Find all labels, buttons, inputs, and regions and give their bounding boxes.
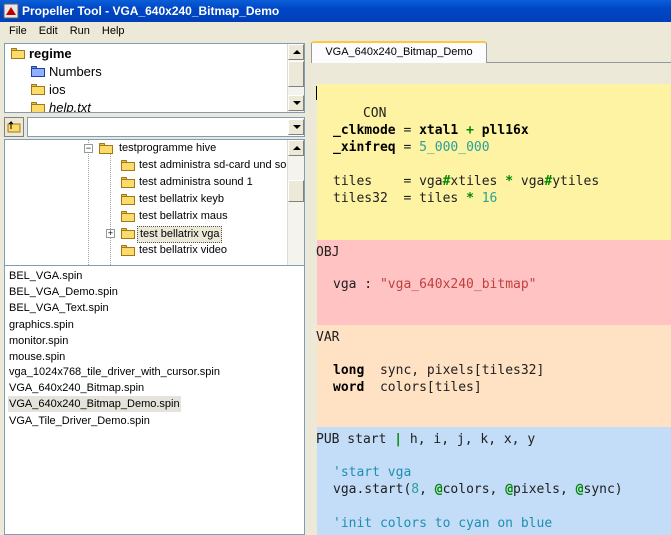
chevron-down-icon — [293, 125, 301, 129]
arrow-up-icon — [293, 146, 301, 150]
menu-bar: File Edit Run Help — [0, 22, 671, 41]
code-line: long sync, pixels[tiles32] — [333, 363, 545, 378]
arrow-up-icon — [293, 50, 301, 54]
section-pub: PUB — [316, 432, 340, 447]
code-line: CON — [316, 88, 386, 121]
scroll-thumb[interactable] — [288, 180, 304, 202]
folder-path-combo[interactable] — [27, 117, 305, 137]
folder-icon — [31, 102, 45, 112]
list-item[interactable]: monitor.spin — [8, 333, 69, 349]
parent-folder-button[interactable] — [4, 117, 24, 137]
scroll-down-button[interactable] — [288, 95, 304, 111]
window-title: Propeller Tool - VGA_640x240_Bitmap_Demo — [22, 4, 280, 18]
list-item[interactable]: BEL_VGA_Demo.spin — [8, 284, 119, 300]
section-obj: OBJ — [316, 245, 340, 260]
up-folder-icon — [7, 120, 21, 133]
folder-icon — [11, 48, 25, 59]
folder-open-icon — [99, 143, 113, 154]
code-line: tiles = vga#xtiles * vga#ytiles — [333, 174, 600, 189]
code-line: word colors[tiles] — [333, 380, 482, 395]
editor-tab[interactable]: VGA_640x240_Bitmap_Demo — [311, 41, 487, 63]
scroll-thumb[interactable] — [288, 61, 304, 87]
list-item[interactable]: mouse.spin — [8, 349, 66, 365]
section-con: CON — [362, 106, 387, 121]
list-item[interactable]: VGA_Tile_Driver_Demo.spin — [8, 413, 151, 429]
folder-icon — [121, 245, 135, 256]
folder-icon — [121, 194, 135, 205]
folder-icon — [31, 84, 45, 95]
title-bar: Propeller Tool - VGA_640x240_Bitmap_Demo — [0, 0, 671, 22]
scroll-up-button[interactable] — [288, 44, 304, 60]
code-line: _xinfreq = 5_000_000 — [333, 140, 490, 155]
folder-icon — [121, 177, 135, 188]
code-line: 'start vga — [333, 465, 412, 480]
text-cursor — [316, 86, 317, 100]
tree2-scrollbar[interactable] — [287, 140, 304, 283]
list-item[interactable]: BEL_VGA_Text.spin — [8, 300, 110, 316]
scroll-up-button[interactable] — [288, 140, 304, 156]
menu-run[interactable]: Run — [64, 23, 96, 40]
library-folder-tree[interactable]: regime Numbers ios help.txt — [4, 43, 305, 113]
list-item[interactable]: BEL_VGA.spin — [8, 268, 83, 284]
propeller-app-icon — [3, 3, 19, 19]
code-line: VAR — [316, 329, 339, 346]
code-editor[interactable]: CON _clkmode = xtal1 + pll16x _xinfreq =… — [314, 84, 671, 535]
code-line: 'init colors to cyan on blue — [333, 516, 553, 531]
tree1-scrollbar[interactable] — [287, 44, 304, 112]
menu-help[interactable]: Help — [96, 23, 131, 40]
collapse-icon[interactable]: − — [84, 144, 93, 153]
folder-tree[interactable]: − testprogramme hive test administra sd-… — [4, 139, 305, 284]
expand-icon[interactable]: + — [106, 229, 115, 238]
list-item-selected[interactable]: VGA_640x240_Bitmap_Demo.spin — [8, 396, 181, 412]
list-item[interactable]: graphics.spin — [8, 317, 75, 333]
arrow-down-icon — [293, 101, 301, 105]
list-item[interactable]: vga_1024x768_tile_driver_with_cursor.spi… — [8, 364, 221, 380]
folder-blue-icon — [31, 66, 45, 77]
code-line: tiles32 = tiles * 16 — [333, 191, 498, 206]
code-line: OBJ — [316, 244, 339, 261]
menu-edit[interactable]: Edit — [33, 23, 64, 40]
list-item[interactable]: VGA_640x240_Bitmap.spin — [8, 380, 145, 396]
editor-pane: VGA_640x240_Bitmap_Demo CON _clkmode = x… — [311, 41, 671, 535]
code-line: _clkmode = xtal1 + pll16x — [333, 123, 529, 138]
menu-file[interactable]: File — [3, 23, 33, 40]
folder-icon — [121, 160, 135, 171]
folder-icon — [121, 211, 135, 222]
combo-dropdown-button[interactable] — [288, 119, 304, 135]
file-list[interactable]: BEL_VGA.spin BEL_VGA_Demo.spin BEL_VGA_T… — [4, 265, 305, 535]
code-line: PUB start | h, i, j, k, x, y — [316, 432, 536, 447]
code-line: vga : "vga_640x240_bitmap" — [333, 277, 537, 292]
code-line: vga.start(8, @colors, @pixels, @sync) — [333, 482, 623, 497]
folder-icon — [121, 228, 135, 239]
explorer-pane: regime Numbers ios help.txt − testprogra… — [0, 41, 307, 535]
section-var: VAR — [316, 330, 340, 345]
